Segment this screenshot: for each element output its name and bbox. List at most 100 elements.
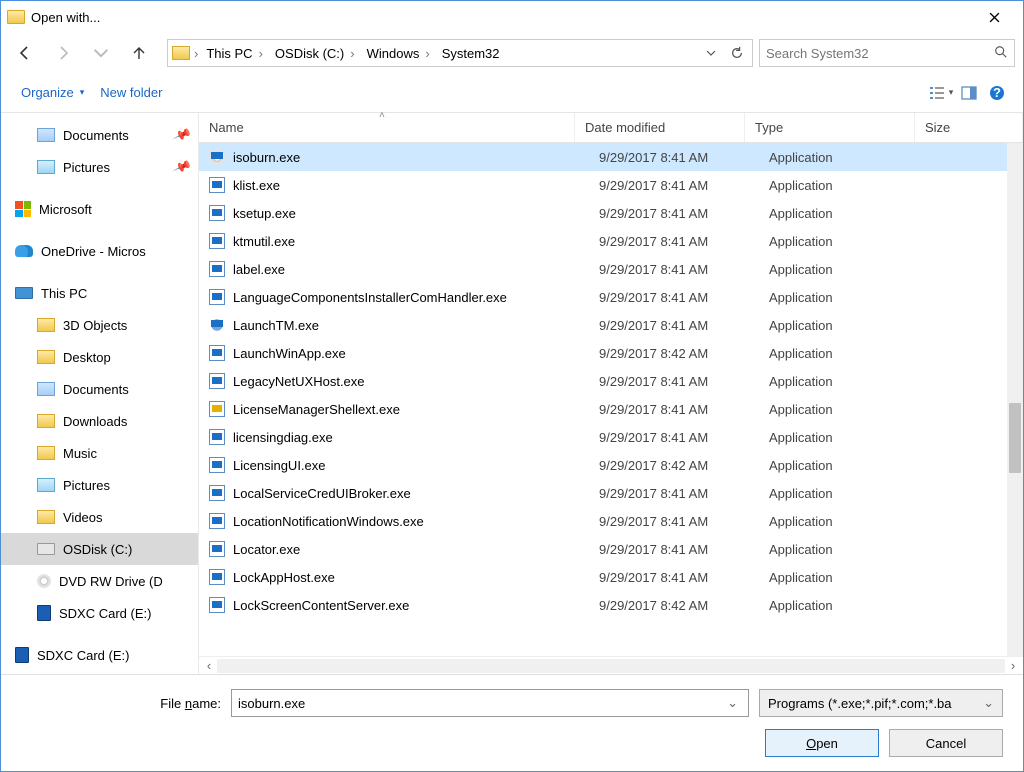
folder-icon	[37, 318, 55, 332]
tree-item[interactable]: Documents📌	[1, 119, 198, 151]
crumb-osdisk[interactable]: OSDisk (C:)›	[271, 46, 359, 61]
file-row[interactable]: LegacyNetUXHost.exe9/29/2017 8:41 AMAppl…	[199, 367, 1023, 395]
folder-icon	[37, 414, 55, 428]
file-type: Application	[769, 374, 939, 389]
sd-icon	[37, 605, 51, 621]
tree-item[interactable]: SDXC Card (E:)	[1, 639, 198, 671]
file-type: Application	[769, 290, 939, 305]
up-button[interactable]	[127, 41, 151, 65]
recent-dropdown[interactable]	[89, 41, 113, 65]
crumb-system32[interactable]: System32	[438, 46, 504, 61]
file-row[interactable]: LicensingUI.exe9/29/2017 8:42 AMApplicat…	[199, 451, 1023, 479]
crumb-windows[interactable]: Windows›	[363, 46, 434, 61]
tree-item[interactable]: DVD RW Drive (D	[1, 565, 198, 597]
nav-tree[interactable]: Documents📌Pictures📌MicrosoftOneDrive - M…	[1, 113, 199, 674]
search-input[interactable]	[766, 46, 988, 61]
file-row[interactable]: LockAppHost.exe9/29/2017 8:41 AMApplicat…	[199, 563, 1023, 591]
close-button[interactable]	[971, 1, 1017, 33]
filename-label: File name:	[1, 696, 221, 711]
pin-icon: 📌	[172, 157, 193, 178]
file-name: Locator.exe	[233, 542, 599, 557]
refresh-button[interactable]	[726, 42, 748, 64]
tree-item[interactable]: Music	[1, 437, 198, 469]
tree-item[interactable]: Videos	[1, 501, 198, 533]
filetype-combo[interactable]: Programs (*.exe;*.pif;*.com;*.ba ⌄	[759, 689, 1003, 717]
tree-item[interactable]: SDXC Card (E:)	[1, 597, 198, 629]
chevron-down-icon[interactable]: ⌄	[983, 695, 994, 711]
column-date[interactable]: Date modified	[575, 113, 745, 142]
column-size[interactable]: Size	[915, 113, 1023, 142]
tree-item[interactable]: This PC	[1, 277, 198, 309]
exe-icon	[209, 401, 225, 417]
back-button[interactable]	[13, 41, 37, 65]
tree-item[interactable]: Pictures	[1, 469, 198, 501]
open-button[interactable]: Open	[765, 729, 879, 757]
tree-item[interactable]: Desktop	[1, 341, 198, 373]
title-bar: Open with...	[1, 1, 1023, 33]
tree-item[interactable]: OSDisk (C:)	[1, 533, 198, 565]
file-row[interactable]: Locator.exe9/29/2017 8:41 AMApplication	[199, 535, 1023, 563]
nav-buttons	[9, 41, 161, 65]
organize-menu[interactable]: Organize▾	[13, 79, 92, 106]
cancel-button[interactable]: Cancel	[889, 729, 1003, 757]
file-row[interactable]: LocalServiceCredUIBroker.exe9/29/2017 8:…	[199, 479, 1023, 507]
filename-input[interactable]	[238, 696, 723, 711]
new-folder-button[interactable]: New folder	[92, 79, 170, 106]
file-name: ktmutil.exe	[233, 234, 599, 249]
exe-icon	[209, 233, 225, 249]
sort-indicator: ˄	[379, 110, 385, 121]
file-row[interactable]: LaunchWinApp.exe9/29/2017 8:42 AMApplica…	[199, 339, 1023, 367]
tree-item[interactable]: Microsoft	[1, 193, 198, 225]
chevron-right-icon[interactable]: ›	[194, 46, 198, 61]
forward-button[interactable]	[51, 41, 75, 65]
file-row[interactable]: klist.exe9/29/2017 8:41 AMApplication	[199, 171, 1023, 199]
tree-item[interactable]: Downloads	[1, 405, 198, 437]
crumb-thispc[interactable]: This PC›	[202, 46, 267, 61]
exe-icon	[209, 345, 225, 361]
toolbar: Organize▾ New folder ▾ ?	[1, 73, 1023, 113]
preview-pane-button[interactable]	[955, 79, 983, 107]
od-icon	[15, 245, 33, 257]
scroll-left-icon[interactable]: ‹	[201, 659, 217, 673]
file-row[interactable]: LanguageComponentsInstallerComHandler.ex…	[199, 283, 1023, 311]
file-type: Application	[769, 262, 939, 277]
search-box[interactable]	[759, 39, 1015, 67]
file-row[interactable]: LockScreenContentServer.exe9/29/2017 8:4…	[199, 591, 1023, 619]
file-row[interactable]: ktmutil.exe9/29/2017 8:41 AMApplication	[199, 227, 1023, 255]
tree-item[interactable]: OneDrive - Micros	[1, 235, 198, 267]
file-date: 9/29/2017 8:41 AM	[599, 318, 769, 333]
file-row[interactable]: LicenseManagerShellext.exe9/29/2017 8:41…	[199, 395, 1023, 423]
file-row[interactable]: LocationNotificationWindows.exe9/29/2017…	[199, 507, 1023, 535]
filename-row: File name: ⌄ Programs (*.exe;*.pif;*.com…	[1, 689, 1003, 717]
address-bar[interactable]: › This PC› OSDisk (C:)› Windows› System3…	[167, 39, 753, 67]
scroll-right-icon[interactable]: ›	[1005, 659, 1021, 673]
file-row[interactable]: ksetup.exe9/29/2017 8:41 AMApplication	[199, 199, 1023, 227]
tree-item[interactable]: 3D Objects	[1, 309, 198, 341]
tree-item[interactable]: Documents	[1, 373, 198, 405]
tree-item[interactable]: Pictures📌	[1, 151, 198, 183]
horizontal-scrollbar[interactable]: ‹ ›	[199, 656, 1023, 674]
folder-icon	[7, 10, 25, 24]
file-name: LaunchWinApp.exe	[233, 346, 599, 361]
tree-item-label: SDXC Card (E:)	[59, 606, 151, 621]
file-name: LegacyNetUXHost.exe	[233, 374, 599, 389]
file-list[interactable]: isoburn.exe9/29/2017 8:41 AMApplicationk…	[199, 143, 1023, 656]
exe-icon	[209, 541, 225, 557]
filename-combo[interactable]: ⌄	[231, 689, 749, 717]
file-row[interactable]: LaunchTM.exe9/29/2017 8:41 AMApplication	[199, 311, 1023, 339]
tree-item-label: Downloads	[63, 414, 127, 429]
view-options[interactable]: ▾	[927, 79, 955, 107]
search-icon[interactable]	[994, 45, 1008, 62]
file-name: LockScreenContentServer.exe	[233, 598, 599, 613]
file-row[interactable]: isoburn.exe9/29/2017 8:41 AMApplication	[199, 143, 1023, 171]
column-type[interactable]: Type	[745, 113, 915, 142]
column-name[interactable]: Name	[199, 113, 575, 142]
vertical-scrollbar[interactable]	[1007, 143, 1023, 656]
chevron-down-icon[interactable]: ⌄	[723, 695, 742, 711]
history-dropdown[interactable]	[700, 42, 722, 64]
disc-icon	[37, 574, 51, 588]
help-button[interactable]: ?	[983, 79, 1011, 107]
file-row[interactable]: label.exe9/29/2017 8:41 AMApplication	[199, 255, 1023, 283]
file-name: LaunchTM.exe	[233, 318, 599, 333]
file-row[interactable]: licensingdiag.exe9/29/2017 8:41 AMApplic…	[199, 423, 1023, 451]
